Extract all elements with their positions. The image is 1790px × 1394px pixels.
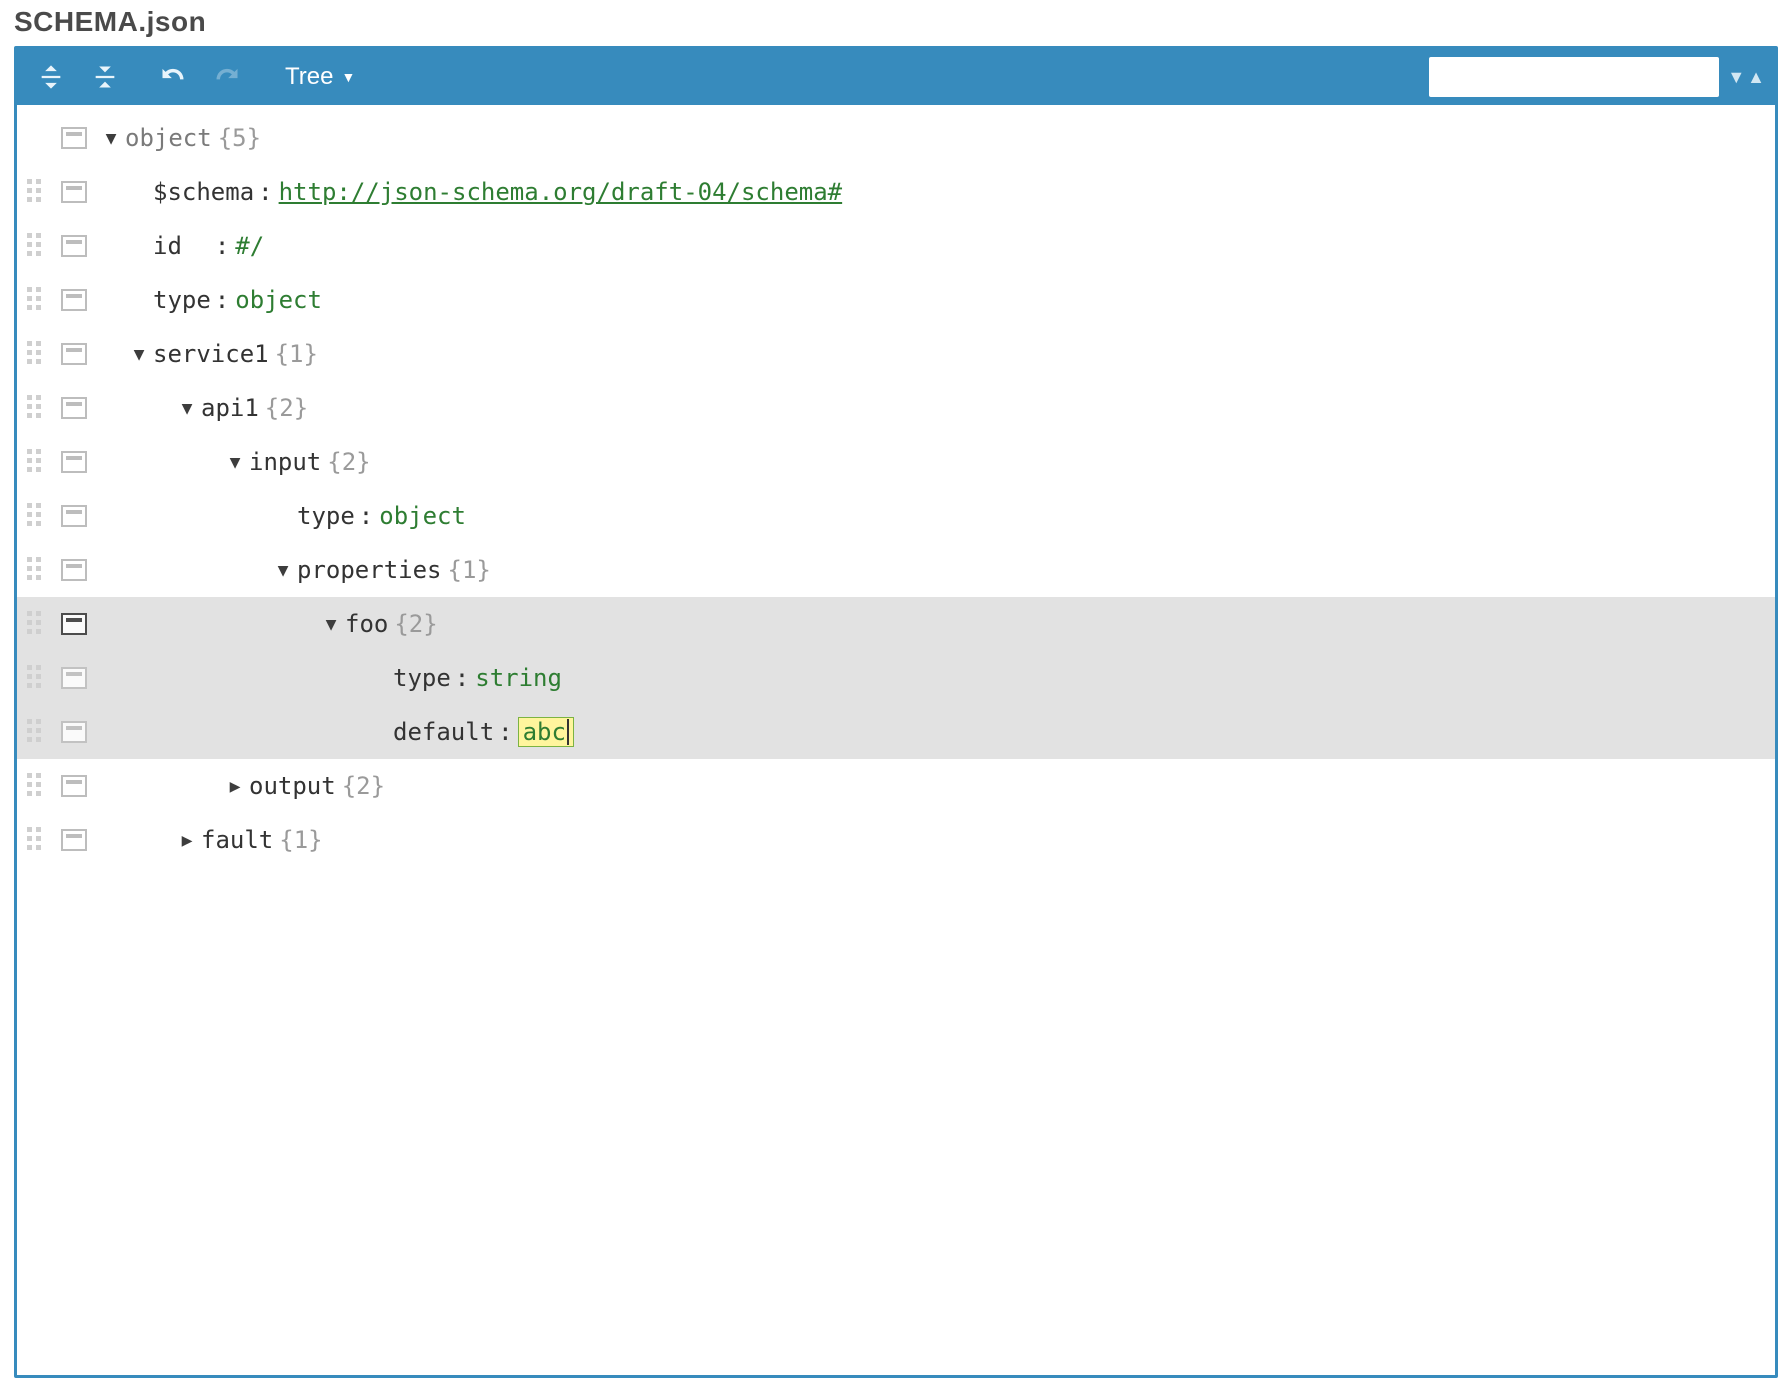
expand-all-button[interactable] — [27, 55, 75, 99]
caret-right-icon[interactable]: ▶ — [173, 830, 201, 851]
caret-down-icon[interactable]: ▼ — [221, 452, 249, 473]
tree-row-foo-type[interactable]: ▼ type : string — [17, 651, 1775, 705]
view-mode-dropdown[interactable]: Tree ▼ — [271, 55, 369, 99]
row-menu-button[interactable] — [61, 289, 87, 311]
drag-handle-icon[interactable] — [27, 719, 53, 745]
node-count: {2} — [394, 610, 437, 638]
drag-handle-icon[interactable] — [27, 503, 53, 529]
tree-row-api1[interactable]: ▼ api1 {2} — [17, 381, 1775, 435]
caret-right-icon[interactable]: ▶ — [221, 776, 249, 797]
row-menu-button[interactable] — [61, 667, 87, 689]
drag-handle-icon[interactable] — [27, 611, 53, 637]
row-menu-button[interactable] — [61, 829, 87, 851]
node-key: $schema — [153, 178, 254, 206]
node-key: type — [153, 286, 211, 314]
node-key: type — [393, 664, 451, 692]
row-menu-button[interactable] — [61, 181, 87, 203]
row-menu-button[interactable] — [61, 505, 87, 527]
node-value-link[interactable]: http://json-schema.org/draft-04/schema# — [279, 178, 843, 206]
caret-down-icon[interactable]: ▼ — [317, 614, 345, 635]
caret-down-icon[interactable]: ▼ — [125, 344, 153, 365]
tree-row-foo-default[interactable]: ▼ default : abc — [17, 705, 1775, 759]
search-box[interactable] — [1429, 57, 1719, 97]
row-menu-button[interactable] — [61, 451, 87, 473]
tree-row-fault[interactable]: ▶ fault {1} — [17, 813, 1775, 867]
tree-row-service1[interactable]: ▼ service1 {1} — [17, 327, 1775, 381]
tree-row-type[interactable]: ▼ type : object — [17, 273, 1775, 327]
node-key: object — [125, 124, 212, 152]
drag-handle-icon[interactable] — [27, 773, 53, 799]
tree-row-input-type[interactable]: ▼ type : object — [17, 489, 1775, 543]
node-value: object — [379, 502, 466, 530]
row-menu-button[interactable] — [61, 127, 87, 149]
row-menu-button[interactable] — [61, 343, 87, 365]
row-menu-button[interactable] — [61, 775, 87, 797]
node-count: {2} — [342, 772, 385, 800]
drag-handle-icon[interactable] — [27, 395, 53, 421]
node-count: {2} — [265, 394, 308, 422]
node-key: foo — [345, 610, 388, 638]
search-prev-button[interactable]: ▲ — [1747, 67, 1765, 88]
caret-down-icon[interactable]: ▼ — [173, 398, 201, 419]
drag-handle-icon[interactable] — [27, 287, 53, 313]
text-cursor — [567, 719, 569, 745]
tree-row-properties[interactable]: ▼ properties {1} — [17, 543, 1775, 597]
node-key: api1 — [201, 394, 259, 422]
tree-row-input[interactable]: ▼ input {2} — [17, 435, 1775, 489]
node-count: {5} — [218, 124, 261, 152]
value-edit-cell[interactable]: abc — [519, 718, 573, 746]
view-mode-label: Tree — [285, 63, 333, 91]
row-menu-button[interactable] — [61, 397, 87, 419]
node-value: #/ — [235, 232, 264, 260]
node-key: properties — [297, 556, 442, 584]
drag-handle-icon[interactable] — [27, 341, 53, 367]
node-key: service1 — [153, 340, 269, 368]
drag-handle-icon[interactable] — [27, 557, 53, 583]
search-next-button[interactable]: ▼ — [1727, 67, 1745, 88]
search-input[interactable] — [1447, 66, 1712, 89]
row-menu-button[interactable] — [61, 559, 87, 581]
caret-down-icon[interactable]: ▼ — [269, 560, 297, 581]
tree-row-schema[interactable]: ▼ $schema : http://json-schema.org/draft… — [17, 165, 1775, 219]
redo-button — [203, 55, 251, 99]
node-key: type — [297, 502, 355, 530]
drag-handle-icon[interactable] — [27, 449, 53, 475]
file-title: SCHEMA.json — [0, 0, 1790, 46]
drag-handle-icon[interactable] — [27, 233, 53, 259]
node-count: {1} — [275, 340, 318, 368]
node-key: input — [249, 448, 321, 476]
toolbar: Tree ▼ ▼ ▲ — [17, 49, 1775, 105]
undo-button[interactable] — [149, 55, 197, 99]
node-count: {1} — [448, 556, 491, 584]
node-count: {1} — [279, 826, 322, 854]
drag-handle-icon[interactable] — [27, 827, 53, 853]
node-value: string — [475, 664, 562, 692]
node-value: object — [235, 286, 322, 314]
node-key: default — [393, 718, 494, 746]
node-value: abc — [523, 718, 566, 746]
node-key: id — [153, 232, 182, 260]
tree-row-output[interactable]: ▶ output {2} — [17, 759, 1775, 813]
tree-row-id[interactable]: ▼ id.. : #/ — [17, 219, 1775, 273]
drag-handle-icon[interactable] — [27, 665, 53, 691]
tree-view: ▼ object {5} ▼ $schema : http://json-sch… — [17, 105, 1775, 1375]
row-menu-button[interactable] — [61, 721, 87, 743]
node-key: output — [249, 772, 336, 800]
node-key: fault — [201, 826, 273, 854]
chevron-down-icon: ▼ — [341, 69, 355, 85]
collapse-all-button[interactable] — [81, 55, 129, 99]
row-menu-button[interactable] — [61, 235, 87, 257]
node-count: {2} — [327, 448, 370, 476]
caret-down-icon[interactable]: ▼ — [97, 128, 125, 149]
row-menu-button[interactable] — [61, 613, 87, 635]
editor-frame: Tree ▼ ▼ ▲ ▼ object {5} ▼ $schema — [14, 46, 1778, 1378]
tree-row-foo[interactable]: ▼ foo {2} — [17, 597, 1775, 651]
tree-row-root[interactable]: ▼ object {5} — [17, 111, 1775, 165]
drag-handle-icon[interactable] — [27, 179, 53, 205]
